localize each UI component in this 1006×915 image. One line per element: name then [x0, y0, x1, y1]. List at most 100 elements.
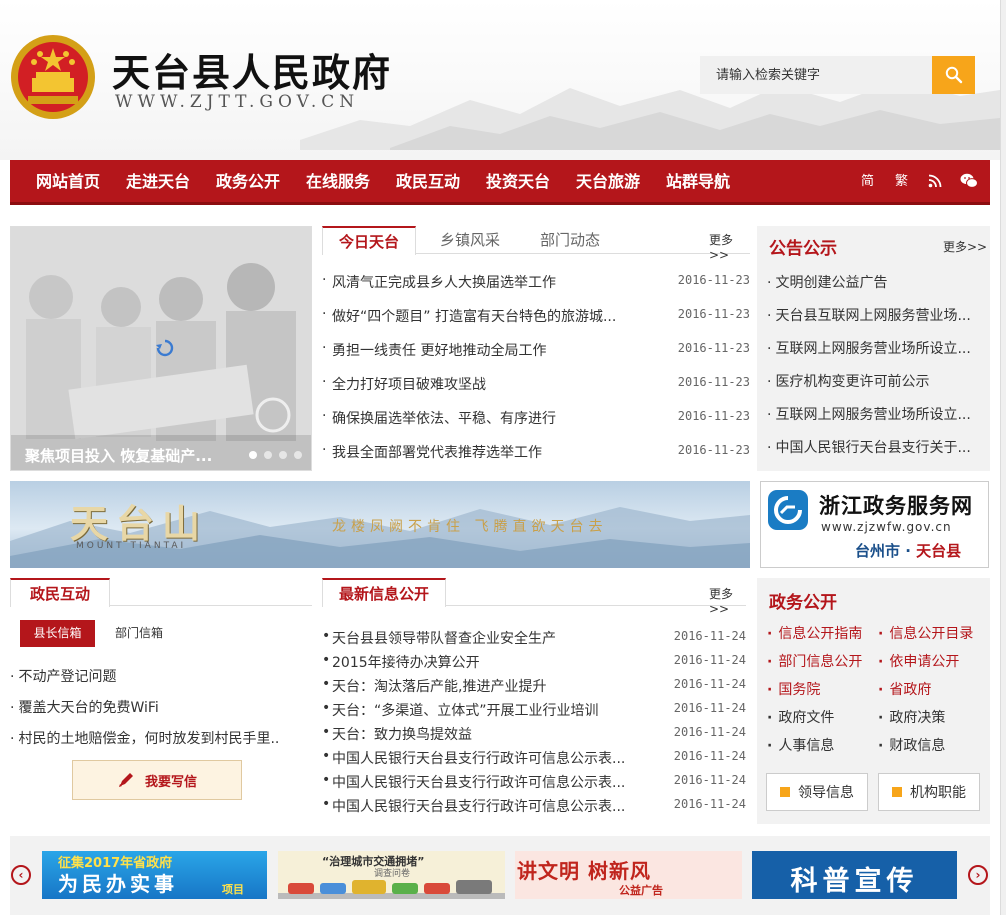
- list-item[interactable]: · 风清气正完成县乡人大换届选举工作 2016-11-23: [322, 272, 750, 292]
- tab-mayor-mailbox[interactable]: 县长信箱: [20, 620, 95, 647]
- nav-about[interactable]: 走进天台: [116, 160, 200, 202]
- ad-banner-annual-projects[interactable]: 征集2017年省政府 为民办实事 项目: [42, 851, 267, 899]
- nav-tourism[interactable]: 天台旅游: [566, 160, 650, 202]
- gov-link-guide[interactable]: · 信息公开指南: [767, 623, 862, 643]
- gov-link-department[interactable]: · 部门信息公开: [767, 651, 862, 671]
- list-item[interactable]: · 勇担一线责任 更好地推动全局工作 2016-11-23: [322, 340, 750, 360]
- site-title: 天台县人民政府: [112, 50, 393, 95]
- list-item[interactable]: · 文明创建公益广告: [767, 272, 887, 292]
- list-item[interactable]: • 天台：致力换鸟提效益 2016-11-24: [322, 724, 746, 744]
- tiantai-mountain-banner[interactable]: 天台山 MOUNT TIANTAI 龙楼凤阙不肯住 飞腾直欲天台去: [10, 481, 750, 568]
- slider-dot[interactable]: [249, 451, 257, 459]
- list-item[interactable]: · 互联网上网服务营业场所设立...: [767, 404, 971, 424]
- ad-text: 项目: [222, 883, 244, 896]
- tab-today-tiantai[interactable]: 今日天台: [322, 226, 417, 255]
- list-item[interactable]: · 覆盖大天台的免费WiFi: [10, 697, 159, 717]
- more-link[interactable]: 更多>>: [943, 238, 987, 255]
- list-item[interactable]: • 天台：“多渠道、立体式”开展工业行业培训 2016-11-24: [322, 700, 746, 720]
- rss-icon[interactable]: [928, 174, 942, 190]
- list-item[interactable]: · 全力打好项目破难攻坚战 2016-11-23: [322, 374, 750, 394]
- zjzwfw-logo-icon: [768, 490, 808, 530]
- main-nav: 网站首页 走进天台 政务公开 在线服务 政民互动 投资天台 天台旅游 站群导航 …: [10, 160, 990, 205]
- today-news-panel: 今日天台 乡镇风采 部门动态 更多>> · 风清气正完成县乡人大换届选举工作 201…: [322, 226, 750, 471]
- list-item[interactable]: · 医疗机构变更许可前公示: [767, 371, 929, 391]
- zjzwfw-region: 台州市 · 天台县: [855, 542, 962, 560]
- list-item[interactable]: · 中国人民银行天台县支行关于...: [767, 437, 971, 457]
- list-item[interactable]: · 村民的土地赔偿金，何时放发到村民手里..: [10, 728, 279, 748]
- gov-link-documents[interactable]: · 政府文件: [767, 707, 834, 727]
- header: 天台县人民政府 WWW.ZJTT.GOV.CN: [0, 0, 1006, 160]
- gov-link-on-request[interactable]: · 依申请公开: [878, 651, 959, 671]
- gov-link-finance[interactable]: · 财政信息: [878, 735, 945, 755]
- tab-towns[interactable]: 乡镇风采: [440, 226, 500, 254]
- disclosure-title: 最新信息公开: [322, 578, 447, 607]
- ad-carousel: ‹ › 征集2017年省政府 为民办实事 项目 “治理城市交通拥堵” 调查问卷 …: [10, 836, 990, 915]
- tab-departments[interactable]: 部门动态: [540, 226, 600, 254]
- wechat-icon[interactable]: [960, 173, 978, 191]
- slider-dots: [249, 451, 302, 459]
- ad-text: 为民办实事: [58, 872, 178, 896]
- list-item[interactable]: · 确保换届选举依法、平稳、有序进行 2016-11-23: [322, 408, 750, 428]
- list-item[interactable]: • 中国人民银行天台县支行行政许可信息公示表... 2016-11-24: [322, 796, 746, 816]
- simplified-chinese-link[interactable]: 简: [861, 160, 874, 202]
- list-item[interactable]: • 天台：淘汰落后产能,推进产业提升 2016-11-24: [322, 676, 746, 696]
- notice-title: 公告公示: [769, 239, 837, 259]
- carousel-next-button[interactable]: ›: [968, 865, 988, 885]
- disclosure-panel: 最新信息公开 更多>> • 天台县县领导带队督查企业安全生产 2016-11-24 …: [322, 578, 746, 828]
- list-item[interactable]: • 中国人民银行天台县支行行政许可信息公示表... 2016-11-24: [322, 772, 746, 792]
- ad-banner-traffic-survey[interactable]: “治理城市交通拥堵” 调查问卷: [278, 851, 505, 899]
- nav-interaction[interactable]: 政民互动: [386, 160, 470, 202]
- window-scrollbar[interactable]: [1000, 0, 1006, 915]
- traditional-chinese-link[interactable]: 繁: [895, 160, 908, 202]
- more-link[interactable]: 更多>>: [709, 585, 746, 616]
- search-input[interactable]: [700, 56, 932, 94]
- banner-subtitle: MOUNT TIANTAI: [76, 541, 187, 551]
- nav-home[interactable]: 网站首页: [26, 160, 110, 202]
- loading-spinner-icon: [156, 339, 174, 357]
- ad-text: 讲文明 树新风: [517, 859, 651, 883]
- zjzwfw-banner[interactable]: 浙江政务服务网 www.zjzwfw.gov.cn 台州市 · 天台县: [760, 481, 989, 568]
- ad-banner-civilization[interactable]: 讲文明 树新风 公益广告: [515, 851, 742, 899]
- news-slider[interactable]: 聚焦项目投入 恢复基础产...: [10, 226, 312, 471]
- slider-dot[interactable]: [264, 451, 272, 459]
- more-link[interactable]: 更多>>: [709, 231, 750, 262]
- list-item[interactable]: · 天台县互联网上网服务营业场...: [767, 305, 971, 325]
- gov-link-decisions[interactable]: · 政府决策: [878, 707, 945, 727]
- list-item[interactable]: · 做好“四个题目” 打造富有天台特色的旅游城... 2016-11-23: [322, 306, 750, 326]
- list-item[interactable]: · 不动产登记问题: [10, 666, 116, 686]
- nav-gov-affairs[interactable]: 政务公开: [206, 160, 290, 202]
- disclosure-tabbar: 最新信息公开 更多>>: [322, 578, 746, 616]
- banner-title: 天台山: [70, 501, 209, 546]
- write-letter-button[interactable]: 我要写信: [72, 760, 242, 800]
- pen-icon: [118, 773, 133, 787]
- gov-affairs-panel: 政务公开 · 信息公开指南 · 信息公开目录 · 部门信息公开 · 依申请公开 · 国务院…: [757, 578, 990, 824]
- interaction-panel: 政民互动 县长信箱 部门信箱 · 不动产登记问题 · 覆盖大天台的免费WiFi · 村…: [10, 578, 312, 828]
- slider-caption[interactable]: 聚焦项目投入 恢复基础产...: [25, 445, 212, 466]
- list-item[interactable]: • 天台县县领导带队督查企业安全生产 2016-11-24: [322, 628, 746, 648]
- today-tabbar: 今日天台 乡镇风采 部门动态 更多>>: [322, 226, 750, 262]
- org-functions-button[interactable]: 机构职能: [878, 773, 980, 811]
- nav-site-group[interactable]: 站群导航: [656, 160, 740, 202]
- gov-link-catalog[interactable]: · 信息公开目录: [878, 623, 973, 643]
- slider-dot[interactable]: [279, 451, 287, 459]
- gov-link-state-council[interactable]: · 国务院: [767, 679, 820, 699]
- carousel-prev-button[interactable]: ‹: [11, 865, 31, 885]
- national-emblem-icon: [11, 35, 95, 119]
- list-item[interactable]: · 互联网上网服务营业场所设立...: [767, 338, 971, 358]
- interaction-title: 政民互动: [10, 578, 110, 607]
- leadership-info-button[interactable]: 领导信息: [766, 773, 868, 811]
- ad-banner-science[interactable]: 科普宣传: [752, 851, 957, 899]
- gov-link-personnel[interactable]: · 人事信息: [767, 735, 834, 755]
- list-item[interactable]: · 我县全面部署党代表推荐选举工作 2016-11-23: [322, 442, 750, 462]
- list-item[interactable]: • 2015年接待办决算公开 2016-11-24: [322, 652, 746, 672]
- ad-text: 公益广告: [619, 884, 663, 897]
- traffic-cars-illustration: [278, 880, 505, 899]
- arrow-icon: [892, 787, 902, 797]
- nav-online-service[interactable]: 在线服务: [296, 160, 380, 202]
- tab-department-mailbox[interactable]: 部门信箱: [115, 620, 163, 647]
- nav-investment[interactable]: 投资天台: [476, 160, 560, 202]
- search-button[interactable]: [932, 56, 975, 94]
- list-item[interactable]: • 中国人民银行天台县支行行政许可信息公示表... 2016-11-24: [322, 748, 746, 768]
- gov-link-province[interactable]: · 省政府: [878, 679, 931, 699]
- slider-dot[interactable]: [294, 451, 302, 459]
